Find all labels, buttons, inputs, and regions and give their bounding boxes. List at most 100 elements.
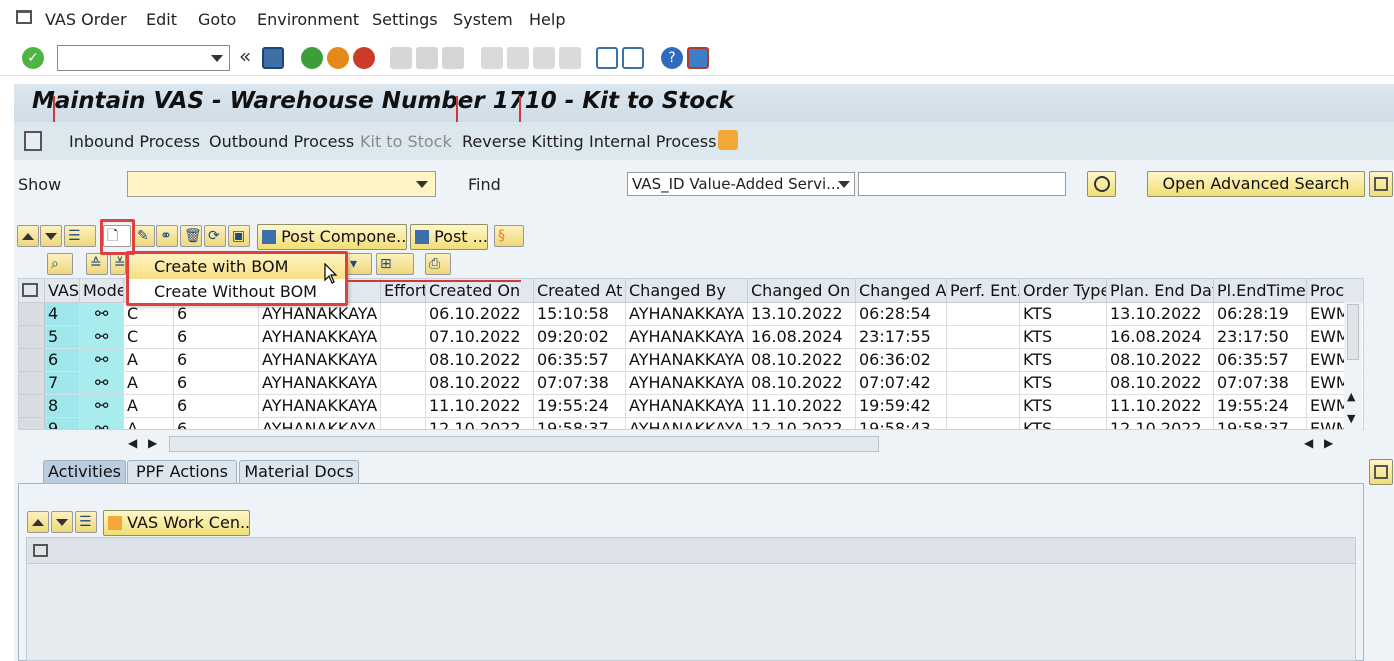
table-cell[interactable]: ⚯: [80, 326, 124, 349]
internal-process-button[interactable]: Internal Process: [589, 132, 716, 151]
column-header[interactable]: Effort: [381, 279, 426, 303]
table-cell[interactable]: AYHANAKKAYA: [626, 349, 748, 372]
row-selector[interactable]: [19, 372, 45, 395]
double-chevron-left-icon[interactable]: «: [239, 44, 251, 68]
scroll-icon[interactable]: [718, 130, 738, 150]
vas-work-center-button[interactable]: VAS Work Cen...: [103, 510, 250, 536]
table-cell[interactable]: KTS: [1020, 372, 1107, 395]
table-cell[interactable]: 09:20:02: [534, 326, 626, 349]
column-header[interactable]: Order Type: [1020, 279, 1107, 303]
horizontal-scrollbar[interactable]: ◀ ▶ ◀ ▶: [124, 434, 1344, 454]
scroll-down-button[interactable]: [40, 225, 62, 247]
table-cell[interactable]: A: [124, 395, 174, 418]
table-cell[interactable]: 12.10.2022: [426, 418, 534, 429]
table-cell[interactable]: ⚯: [80, 349, 124, 372]
table-cell[interactable]: 5: [45, 326, 80, 349]
new-session-icon[interactable]: [596, 47, 618, 69]
table-cell[interactable]: A: [124, 349, 174, 372]
table-settings-icon[interactable]: [33, 544, 48, 557]
scroll-right-icon[interactable]: ▶: [1324, 436, 1333, 450]
save-icon[interactable]: [262, 47, 284, 69]
filter-button[interactable]: ▾: [346, 253, 372, 275]
layout-menu-button[interactable]: ☰: [64, 225, 96, 247]
save-button[interactable]: ▣: [228, 225, 250, 247]
table-cell[interactable]: 19:58:37: [1214, 418, 1307, 429]
table-cell[interactable]: 06:28:54: [856, 303, 947, 326]
table-cell[interactable]: 13.10.2022: [1107, 303, 1214, 326]
table-cell[interactable]: 19:59:42: [856, 395, 947, 418]
table-cell[interactable]: 23:17:50: [1214, 326, 1307, 349]
table-cell[interactable]: [947, 418, 1020, 429]
table-cell[interactable]: [381, 418, 426, 429]
table-cell[interactable]: AYHANAKKAYA: [626, 303, 748, 326]
table-cell[interactable]: 16.08.2024: [748, 326, 856, 349]
table-cell[interactable]: ⚯: [80, 395, 124, 418]
document-icon[interactable]: [24, 131, 42, 151]
table-cell[interactable]: [381, 372, 426, 395]
table-cell[interactable]: 9: [45, 418, 80, 429]
table-cell[interactable]: ⚯: [80, 372, 124, 395]
table-cell[interactable]: [381, 395, 426, 418]
table-cell[interactable]: 19:55:24: [534, 395, 626, 418]
activities-scroll-up-button[interactable]: [27, 511, 49, 533]
sort-descending-button[interactable]: ≚: [110, 253, 126, 275]
column-header[interactable]: Proc: [1307, 279, 1363, 303]
table-cell[interactable]: 6: [174, 418, 259, 429]
menu-goto[interactable]: Goto: [198, 10, 236, 29]
exit-icon[interactable]: [327, 47, 349, 69]
table-cell[interactable]: AYHANAKKAYA: [259, 326, 381, 349]
cancel-icon[interactable]: [353, 47, 375, 69]
table-cell[interactable]: 08.10.2022: [748, 349, 856, 372]
enter-check-icon[interactable]: ✓: [22, 47, 44, 69]
column-header[interactable]: Changed By: [626, 279, 748, 303]
scroll-up-button[interactable]: [17, 225, 39, 247]
table-cell[interactable]: 07:07:38: [534, 372, 626, 395]
table-cell[interactable]: 06:28:19: [1214, 303, 1307, 326]
table-cell[interactable]: 19:55:24: [1214, 395, 1307, 418]
menu-help[interactable]: Help: [529, 10, 565, 29]
column-header[interactable]: VAS: [45, 279, 80, 303]
table-cell[interactable]: KTS: [1020, 418, 1107, 429]
table-cell[interactable]: 12.10.2022: [748, 418, 856, 429]
help-icon[interactable]: ?: [661, 47, 683, 69]
table-cell[interactable]: AYHANAKKAYA: [259, 395, 381, 418]
post-components-button[interactable]: Post Compone...: [257, 224, 407, 250]
tab-ppf-actions[interactable]: PPF Actions: [127, 460, 237, 484]
table-cell[interactable]: 12.10.2022: [1107, 418, 1214, 429]
table-cell[interactable]: 08.10.2022: [748, 372, 856, 395]
table-cell[interactable]: [947, 349, 1020, 372]
row-selector[interactable]: [19, 418, 45, 429]
show-select[interactable]: [127, 171, 436, 197]
scroll-left-icon[interactable]: ◀: [128, 436, 137, 450]
scroll-right-icon[interactable]: ▶: [148, 436, 157, 450]
table-cell[interactable]: ⚯: [80, 418, 124, 429]
menu-window-icon[interactable]: [16, 10, 32, 24]
table-cell[interactable]: 13.10.2022: [748, 303, 856, 326]
inbound-process-button[interactable]: Inbound Process: [69, 132, 200, 151]
table-cell[interactable]: 6: [45, 349, 80, 372]
table-cell[interactable]: [947, 326, 1020, 349]
menu-environment[interactable]: Environment: [257, 10, 359, 29]
table-cell[interactable]: AYHANAKKAYA: [626, 418, 748, 429]
row-selector[interactable]: [19, 303, 45, 326]
delete-button[interactable]: 🗑: [180, 225, 202, 247]
table-cell[interactable]: 15:10:58: [534, 303, 626, 326]
table-cell[interactable]: 4: [45, 303, 80, 326]
table-cell[interactable]: AYHANAKKAYA: [259, 372, 381, 395]
table-cell[interactable]: 7: [45, 372, 80, 395]
table-cell[interactable]: 23:17:55: [856, 326, 947, 349]
table-cell[interactable]: 6: [174, 326, 259, 349]
post-button[interactable]: Post ...: [410, 224, 488, 250]
find-input[interactable]: [858, 172, 1066, 196]
print-preview-button[interactable]: ⎙: [425, 253, 451, 275]
table-cell[interactable]: 11.10.2022: [748, 395, 856, 418]
table-cell[interactable]: [381, 303, 426, 326]
open-advanced-search-button[interactable]: Open Advanced Search: [1147, 171, 1365, 197]
table-cell[interactable]: A: [124, 418, 174, 429]
table-cell[interactable]: AYHANAKKAYA: [626, 326, 748, 349]
scroll-down-icon[interactable]: ▼: [1347, 412, 1355, 425]
scroll-thumb[interactable]: [1347, 304, 1359, 360]
panel-toggle-button[interactable]: [1369, 459, 1393, 485]
table-cell[interactable]: 06:35:57: [1214, 349, 1307, 372]
column-header[interactable]: Plan. End Date: [1107, 279, 1214, 303]
